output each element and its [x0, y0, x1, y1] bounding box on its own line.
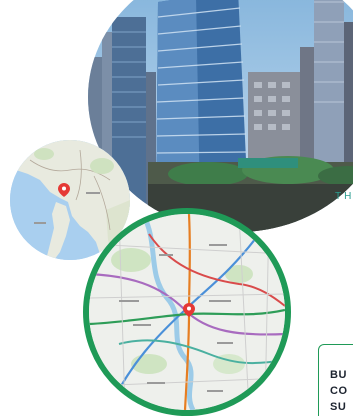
map-pin-icon	[183, 303, 195, 317]
info-box-line-1: BU	[330, 369, 347, 381]
map-pin-icon	[58, 183, 70, 197]
info-box-line-2: CO	[330, 385, 348, 397]
page: TH BU CO SU	[0, 0, 353, 416]
brand-name-text: TH	[335, 191, 353, 202]
info-box-line-3: SU	[330, 401, 347, 413]
info-box: BU CO SU	[318, 344, 353, 416]
